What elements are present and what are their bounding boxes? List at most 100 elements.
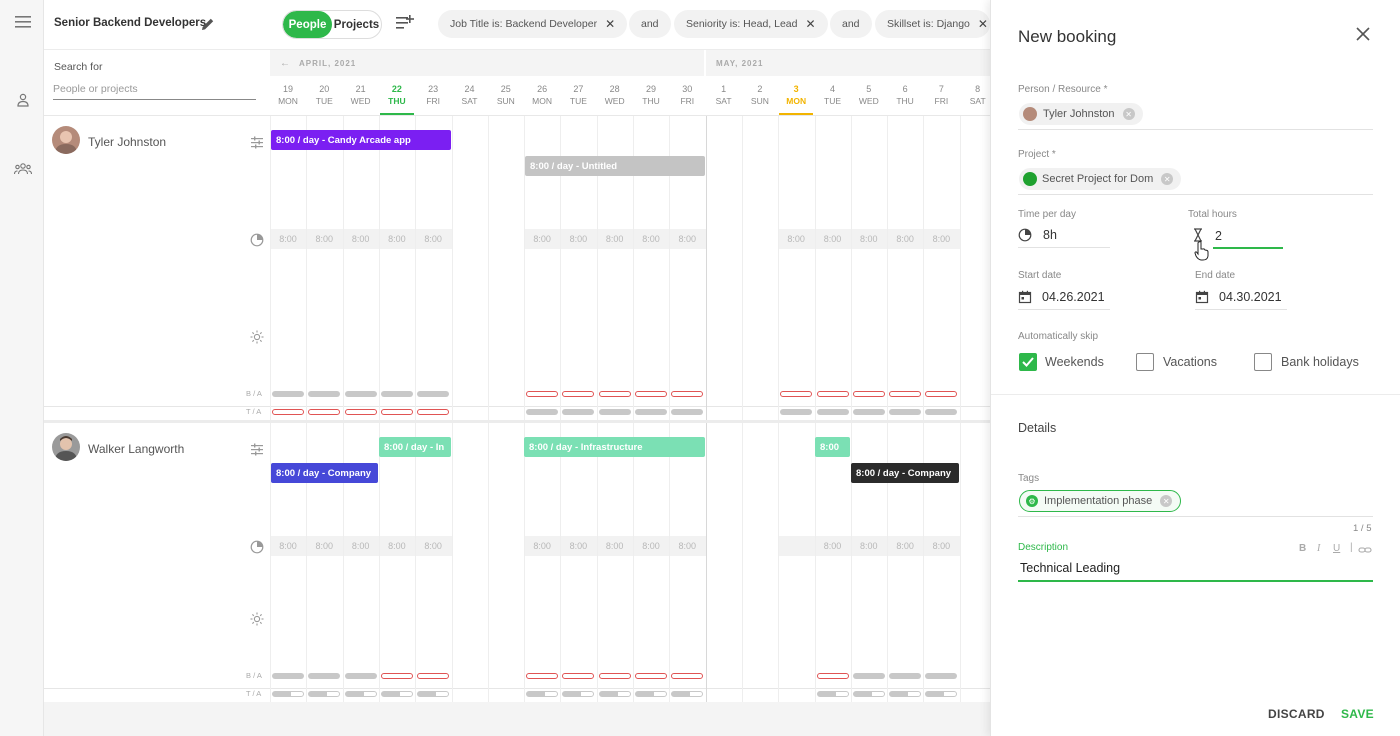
filter-chip-seniority[interactable]: Seniority is: Head, Lead ✕: [674, 10, 828, 38]
booking-bar[interactable]: 8:00 / day - In: [379, 437, 451, 457]
close-icon[interactable]: ✕: [1161, 173, 1174, 185]
day-of-week: THU: [896, 96, 914, 106]
day-header[interactable]: 6 THU: [887, 76, 923, 116]
total-hours-input[interactable]: 2: [1215, 229, 1222, 243]
save-button[interactable]: SAVE: [1341, 707, 1374, 721]
person-field-label: Person / Resource *: [1018, 84, 1108, 95]
project-field-label: Project *: [1018, 149, 1056, 160]
day-header[interactable]: 7 FRI: [923, 76, 959, 116]
avatar[interactable]: [52, 433, 80, 461]
availability-pill: [344, 391, 377, 397]
link-icon[interactable]: [1358, 543, 1372, 555]
toggle-projects[interactable]: Projects: [332, 11, 381, 38]
grid-column-line: [270, 116, 271, 702]
pencil-icon[interactable]: [200, 16, 216, 32]
close-icon[interactable]: ✕: [805, 17, 815, 31]
day-of-week: MON: [532, 96, 553, 106]
booking-bar[interactable]: 8:00 / day - Company: [851, 463, 959, 483]
booking-bar[interactable]: 8:00 / day - Candy Arcade app: [271, 130, 451, 150]
day-of-week: SUN: [750, 96, 769, 106]
day-header[interactable]: 3 MON: [778, 76, 814, 116]
person-name[interactable]: Walker Langworth: [88, 442, 184, 456]
day-header[interactable]: 4 TUE: [815, 76, 851, 116]
day-header[interactable]: 22 THU: [379, 76, 415, 116]
person-name[interactable]: Tyler Johnston: [88, 135, 166, 149]
italic-icon[interactable]: I: [1317, 543, 1320, 554]
close-icon[interactable]: ✕: [1160, 495, 1173, 507]
toggle-people[interactable]: People: [283, 11, 332, 38]
capacity-cell: 8:00: [642, 234, 660, 244]
vacations-checkbox[interactable]: [1136, 353, 1154, 371]
person-chip[interactable]: Tyler Johnston ✕: [1019, 103, 1143, 125]
project-chip-label: Secret Project for Dom: [1042, 173, 1154, 185]
capacity-cell: 8:00: [569, 541, 588, 551]
day-header[interactable]: 21 WED: [343, 76, 379, 116]
grid-column-line: [887, 116, 889, 702]
field-underline: [1018, 309, 1110, 310]
day-header[interactable]: 1 SAT: [706, 76, 742, 116]
person-icon[interactable]: [12, 89, 34, 111]
team-icon[interactable]: [12, 158, 34, 180]
day-header[interactable]: 25 SUN: [488, 76, 524, 116]
close-icon[interactable]: ✕: [605, 17, 615, 31]
bank-holidays-checkbox[interactable]: [1254, 353, 1272, 371]
schedule-grid: 8:00 8:00 8:00 8:00 8:00 8:00 8:00 8:00 8:00 8:00…: [44, 116, 997, 702]
day-of-week: WED: [858, 96, 879, 106]
booking-bar[interactable]: 8:00: [815, 437, 850, 457]
details-heading: Details: [1018, 421, 1057, 435]
weekends-checkbox[interactable]: [1019, 353, 1037, 371]
day-header[interactable]: 30 FRI: [669, 76, 705, 116]
avatar[interactable]: [52, 126, 80, 154]
search-input[interactable]: [53, 78, 256, 100]
booking-bar[interactable]: 8:00 / day - Company: [271, 463, 378, 483]
close-icon[interactable]: ✕: [978, 17, 988, 31]
grid-column-line: [415, 116, 417, 702]
description-input[interactable]: Technical Leading: [1020, 561, 1120, 575]
day-header[interactable]: 27 TUE: [560, 76, 596, 116]
ta-label: T / A: [246, 407, 262, 416]
tag-chip[interactable]: ⚙ Implementation phase ✕: [1019, 490, 1182, 512]
month-label-text: APRIL, 2021: [299, 58, 357, 68]
grid-column-line: [560, 116, 562, 702]
filter-chip-label: Skillset is: Django: [887, 18, 970, 30]
time-per-day-input[interactable]: 8h: [1043, 228, 1057, 242]
availability-pill: [635, 691, 667, 697]
day-header[interactable]: 5 WED: [851, 76, 887, 116]
menu-icon[interactable]: [12, 11, 34, 33]
filter-chip-job-title[interactable]: Job Title is: Backend Developer ✕: [438, 10, 628, 38]
discard-button[interactable]: DISCARD: [1268, 707, 1325, 721]
day-header[interactable]: 19 MON: [270, 76, 306, 116]
booking-bar[interactable]: 8:00 / day - Infrastructure: [524, 437, 705, 457]
hourglass-icon: [1191, 228, 1205, 242]
day-number: 21: [355, 84, 366, 94]
day-header[interactable]: 20 TUE: [306, 76, 342, 116]
day-header[interactable]: 29 THU: [633, 76, 669, 116]
field-underline: [1195, 309, 1287, 310]
sliders-icon[interactable]: [250, 442, 264, 456]
capacity-cell: 8:00: [823, 234, 842, 244]
sliders-icon[interactable]: [250, 135, 264, 149]
start-date-input[interactable]: 04.26.2021: [1042, 290, 1105, 304]
project-chip[interactable]: Secret Project for Dom ✕: [1019, 168, 1182, 190]
availability-pill: [816, 691, 849, 697]
booking-bar[interactable]: 8:00 / day - Untitled: [525, 156, 705, 176]
field-underline: [1018, 247, 1110, 248]
day-header[interactable]: 23 FRI: [415, 76, 451, 116]
close-icon[interactable]: [1355, 26, 1373, 44]
filter-chip-skillset[interactable]: Skillset is: Django ✕: [875, 10, 990, 38]
day-header[interactable]: 24 SAT: [452, 76, 488, 116]
add-filter-icon[interactable]: [396, 14, 418, 34]
month-label-text: MAY, 2021: [716, 58, 764, 68]
day-header[interactable]: 26 MON: [524, 76, 560, 116]
day-of-week: FRI: [680, 96, 695, 106]
day-header[interactable]: 2 SUN: [742, 76, 778, 116]
arrow-left-icon[interactable]: ←: [280, 58, 291, 69]
end-date-input[interactable]: 04.30.2021: [1219, 290, 1282, 304]
tag-icon: ⚙: [1026, 495, 1038, 507]
bold-icon[interactable]: B: [1299, 543, 1306, 554]
underline-icon[interactable]: U: [1333, 543, 1340, 554]
day-header[interactable]: 28 WED: [597, 76, 633, 116]
capacity-cell: 8:00: [279, 234, 297, 244]
availability-pill: [598, 391, 631, 397]
close-icon[interactable]: ✕: [1122, 108, 1135, 120]
